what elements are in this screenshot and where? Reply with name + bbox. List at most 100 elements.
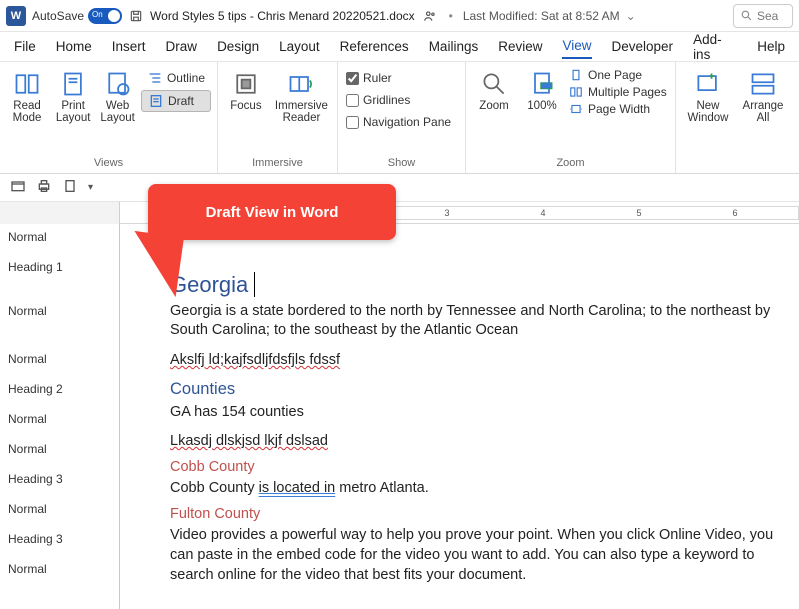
- globe-page-icon: [104, 70, 132, 98]
- callout-text: Draft View in Word: [206, 204, 339, 221]
- gridlines-check-label: Gridlines: [363, 93, 410, 107]
- draft-icon: [148, 93, 164, 109]
- document-area: Normal Heading 1 Normal Normal Heading 2…: [0, 224, 799, 609]
- ribbon: Read Mode Print Layout Web Layout Outlin…: [0, 62, 799, 174]
- read-mode-button[interactable]: Read Mode: [6, 66, 48, 124]
- qat-folder-icon[interactable]: [10, 178, 26, 197]
- draft-label: Draft: [168, 94, 194, 108]
- zoom-100-label: 100%: [527, 100, 556, 112]
- nav-check-input[interactable]: [346, 116, 359, 129]
- spelling-error: Akslfj ld;kajfsdljfdsfjls fdssf: [170, 352, 340, 368]
- tab-view[interactable]: View: [562, 34, 591, 59]
- paragraph: Cobb County is located in metro Atlanta.: [170, 479, 791, 499]
- qat-dropdown-icon[interactable]: ▾: [88, 182, 93, 193]
- one-page-icon: [568, 68, 584, 82]
- last-modified-label[interactable]: Last Modified: Sat at 8:52 AM: [463, 9, 620, 23]
- tab-layout[interactable]: Layout: [279, 35, 320, 58]
- web-layout-label: Web Layout: [100, 100, 135, 124]
- arrange-all-button[interactable]: Arrange All: [738, 66, 788, 124]
- immersive-reader-button[interactable]: Immersive Reader: [272, 66, 331, 124]
- gridlines-check-input[interactable]: [346, 94, 359, 107]
- autosave-control[interactable]: AutoSave On: [32, 8, 122, 24]
- style-label: Normal: [0, 410, 119, 440]
- style-label: Normal: [0, 228, 119, 258]
- autosave-toggle[interactable]: On: [88, 8, 122, 24]
- ruler-checkbox[interactable]: Ruler: [344, 70, 394, 86]
- style-label: Normal: [0, 560, 119, 590]
- callout-box: Draft View in Word: [148, 184, 396, 240]
- nav-check-label: Navigation Pane: [363, 115, 451, 129]
- multi-page-icon: [568, 85, 584, 99]
- quick-access-row: ▾: [0, 174, 799, 202]
- focus-label: Focus: [230, 100, 261, 112]
- immersive-reader-label: Immersive Reader: [275, 100, 328, 124]
- tab-developer[interactable]: Developer: [612, 35, 674, 58]
- ruler-tick: 4: [540, 208, 545, 218]
- tab-help[interactable]: Help: [757, 35, 785, 58]
- outline-label: Outline: [167, 71, 205, 85]
- paragraph-text: metro Atlanta.: [335, 480, 429, 496]
- tab-addins[interactable]: Add-ins: [693, 28, 737, 66]
- group-window: New Window Arrange All: [676, 62, 799, 173]
- nav-pane-checkbox[interactable]: Navigation Pane: [344, 114, 453, 130]
- ruler-tick: 3: [444, 208, 449, 218]
- title-bar: W AutoSave On Word Styles 5 tips - Chris…: [0, 0, 799, 32]
- heading-1: Georgia: [170, 270, 791, 300]
- web-layout-button[interactable]: Web Layout: [98, 66, 137, 124]
- multiple-pages-label: Multiple Pages: [588, 85, 667, 99]
- tab-home[interactable]: Home: [56, 35, 92, 58]
- spelling-error: Lkasdj dlskjsd lkjf dslsad: [170, 433, 328, 449]
- tab-draw[interactable]: Draw: [166, 35, 198, 58]
- page-width-button[interactable]: Page Width: [568, 102, 667, 116]
- group-show: Ruler Gridlines Navigation Pane Show: [338, 62, 466, 173]
- search-icon: [740, 9, 753, 22]
- style-label: Heading 3: [0, 530, 119, 560]
- presence-icon[interactable]: [421, 7, 439, 25]
- magnifier-icon: [480, 70, 508, 98]
- outline-button[interactable]: Outline: [141, 68, 211, 88]
- zoom-label: Zoom: [479, 100, 508, 112]
- document-title: Word Styles 5 tips - Chris Menard 202205…: [150, 9, 415, 23]
- save-icon[interactable]: [128, 8, 144, 24]
- word-app-icon: W: [6, 6, 26, 26]
- zoom-button[interactable]: Zoom: [472, 66, 516, 112]
- arrange-all-label: Arrange All: [743, 100, 784, 124]
- svg-text:100: 100: [542, 84, 551, 90]
- print-layout-button[interactable]: Print Layout: [52, 66, 94, 124]
- qat-newdoc-icon[interactable]: [62, 178, 78, 197]
- tab-file[interactable]: File: [14, 35, 36, 58]
- book-open-icon: [13, 70, 41, 98]
- grammar-error: is located in: [259, 480, 336, 496]
- ruler-check-input[interactable]: [346, 72, 359, 85]
- qat-print-icon[interactable]: [36, 178, 52, 197]
- search-input[interactable]: Sea: [733, 4, 793, 28]
- zoom-100-button[interactable]: 100 100%: [520, 66, 564, 112]
- document-page[interactable]: Georgia Georgia is a state bordered to t…: [120, 224, 799, 609]
- tab-mailings[interactable]: Mailings: [429, 35, 479, 58]
- ruler-gutter: [0, 202, 120, 224]
- style-label: Heading 3: [0, 470, 119, 500]
- gridlines-checkbox[interactable]: Gridlines: [344, 92, 412, 108]
- tab-insert[interactable]: Insert: [112, 35, 146, 58]
- paragraph: Akslfj ld;kajfsdljfdsfjls fdssf: [170, 351, 791, 371]
- new-window-label: New Window: [688, 100, 729, 124]
- page-width-icon: [568, 102, 584, 116]
- title-separator: •: [449, 9, 453, 23]
- tab-review[interactable]: Review: [498, 35, 542, 58]
- multiple-pages-button[interactable]: Multiple Pages: [568, 85, 667, 99]
- ribbon-tabs: File Home Insert Draw Design Layout Refe…: [0, 32, 799, 62]
- draft-button[interactable]: Draft: [141, 90, 211, 112]
- tab-design[interactable]: Design: [217, 35, 259, 58]
- ruler-tick: 5: [636, 208, 641, 218]
- chevron-down-icon[interactable]: ⌄: [626, 9, 636, 23]
- heading-3: Cobb County: [170, 458, 791, 478]
- outline-icon: [147, 70, 163, 86]
- tab-references[interactable]: References: [340, 35, 409, 58]
- group-show-label: Show: [344, 157, 459, 171]
- focus-button[interactable]: Focus: [224, 66, 268, 112]
- search-placeholder: Sea: [757, 9, 778, 23]
- new-window-button[interactable]: New Window: [682, 66, 734, 124]
- style-label: Heading 1: [0, 258, 119, 302]
- autosave-state: On: [92, 10, 103, 19]
- one-page-button[interactable]: One Page: [568, 68, 667, 82]
